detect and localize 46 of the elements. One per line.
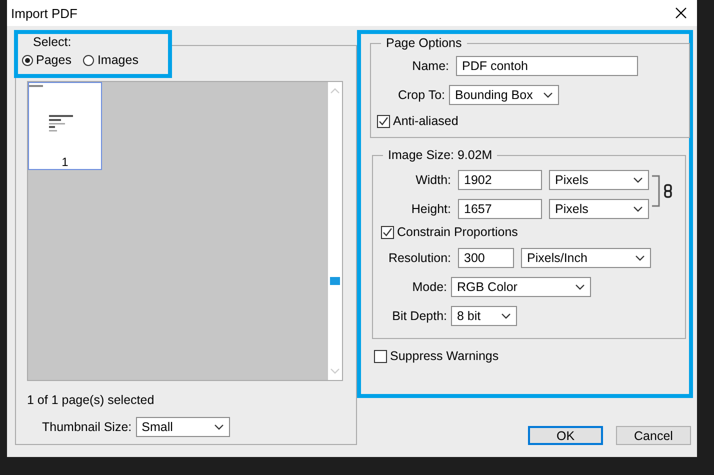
radio-option[interactable]: Images xyxy=(83,53,138,67)
input-field[interactable]: 1902 xyxy=(458,170,542,190)
page-thumbnail[interactable]: 1 xyxy=(28,82,102,170)
checkbox[interactable] xyxy=(377,114,390,128)
checkbox-option[interactable]: Suppress Warnings xyxy=(374,349,689,363)
radio-option[interactable]: Pages xyxy=(22,53,72,67)
dropdown[interactable]: Pixels xyxy=(549,199,649,219)
group-label: Image Size: 9.02M xyxy=(383,148,498,162)
field-label: Crop To: xyxy=(396,88,445,102)
checkbox[interactable] xyxy=(374,350,387,362)
checkbox[interactable] xyxy=(381,226,394,238)
scroll-marker xyxy=(330,277,340,285)
field-label: Height: xyxy=(410,202,451,216)
input-field[interactable]: 1657 xyxy=(458,199,542,219)
caret-icon xyxy=(635,255,645,261)
dropdown[interactable]: Small xyxy=(136,417,230,437)
field-label: Thumbnail Size: xyxy=(42,420,132,434)
field-label: Bit Depth: xyxy=(391,309,447,323)
dropdown[interactable]: Pixels/Inch xyxy=(521,248,651,268)
field-label: Width: xyxy=(414,173,451,187)
dropdown[interactable]: Pixels xyxy=(549,170,649,190)
caret-icon xyxy=(633,206,643,212)
caret-icon xyxy=(575,284,585,290)
dialog-button[interactable]: Cancel xyxy=(616,426,691,445)
caret-icon xyxy=(214,424,224,430)
page-number: 1 xyxy=(62,155,68,169)
dropdown[interactable]: RGB Color xyxy=(451,277,591,297)
close-icon[interactable] xyxy=(675,7,687,19)
window-title: Import PDF xyxy=(11,6,78,20)
radio-button[interactable] xyxy=(83,54,94,66)
caret-icon xyxy=(501,313,511,319)
dialog-button[interactable]: OK xyxy=(528,426,603,445)
caret-icon xyxy=(543,92,553,98)
radio-button[interactable] xyxy=(22,54,33,66)
field-label: Name: xyxy=(411,59,449,73)
field-label: Resolution: xyxy=(387,251,451,265)
group-label: Page Options xyxy=(381,36,467,50)
field-label: Mode: xyxy=(411,280,447,294)
dropdown[interactable]: Bounding Box xyxy=(449,85,559,105)
selection-status: 1 of 1 page(s) selected xyxy=(27,393,156,407)
input-field[interactable]: 300 xyxy=(458,248,514,268)
caret-icon xyxy=(633,177,643,183)
input-field[interactable]: PDF contoh xyxy=(456,56,638,76)
checkbox-option[interactable]: Anti-aliased xyxy=(377,114,683,128)
checkbox-option[interactable]: Constrain Proportions xyxy=(381,225,679,239)
dropdown[interactable]: 8 bit xyxy=(451,306,517,326)
